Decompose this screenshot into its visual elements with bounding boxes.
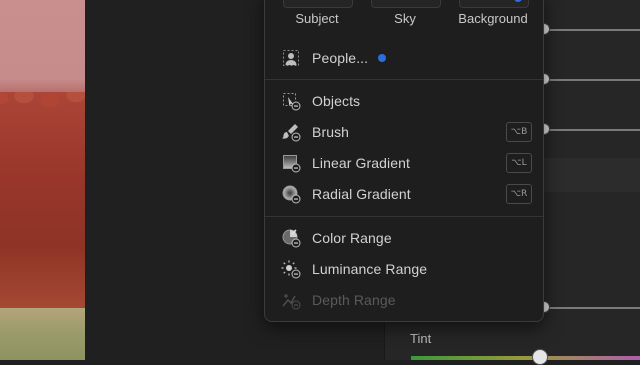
menu-separator	[265, 216, 543, 217]
photo-field	[0, 308, 85, 360]
luminance-range-icon	[281, 259, 301, 279]
menu-item-linear-gradient[interactable]: Linear Gradient	[281, 151, 531, 175]
depth-range-icon	[281, 290, 301, 310]
sky-label: Sky	[394, 11, 416, 26]
background-label: Background	[458, 11, 528, 26]
tint-label: Tint	[410, 331, 432, 346]
linear-gradient-shortcut: ⌥L	[506, 153, 532, 173]
tint-slider-track[interactable]	[411, 356, 640, 360]
menu-item-luminance-range[interactable]: Luminance Range	[281, 257, 531, 281]
sky-button[interactable]	[371, 0, 441, 8]
people-icon	[281, 48, 301, 68]
slider-track[interactable]	[543, 307, 640, 309]
menu-item-label: Brush	[312, 124, 350, 140]
photo-trees	[0, 92, 85, 312]
menu-separator	[265, 79, 543, 80]
brush-icon	[281, 122, 301, 142]
tint-slider-knob[interactable]	[532, 349, 548, 365]
menu-item-depth-range: Depth Range	[281, 288, 531, 312]
menu-item-label: Objects	[312, 93, 361, 109]
background-button[interactable]	[459, 0, 529, 8]
radial-gradient-icon	[281, 184, 301, 204]
subject-button[interactable]	[283, 0, 353, 8]
menu-item-label: People...	[312, 50, 369, 66]
color-range-icon	[281, 228, 301, 248]
menu-item-people[interactable]: People...	[281, 46, 531, 70]
menu-item-label: Radial Gradient	[312, 186, 411, 202]
people-indicator-dot	[378, 54, 387, 62]
menu-item-label: Luminance Range	[312, 261, 428, 277]
menu-item-color-range[interactable]: Color Range	[281, 226, 531, 250]
objects-icon	[281, 91, 301, 111]
menu-item-brush[interactable]: Brush	[281, 120, 531, 144]
menu-item-label: Color Range	[312, 230, 392, 246]
subject-label: Subject	[295, 11, 339, 26]
photo-canvas	[0, 0, 85, 360]
menu-item-radial-gradient[interactable]: Radial Gradient	[281, 182, 531, 206]
radial-gradient-shortcut: ⌥R	[506, 184, 532, 204]
linear-gradient-icon	[281, 153, 301, 173]
background-indicator-dot	[514, 0, 522, 2]
menu-item-objects[interactable]: Objects	[281, 89, 531, 113]
brush-shortcut: ⌥B	[506, 122, 532, 142]
slider-track[interactable]	[543, 29, 640, 31]
menu-item-label: Depth Range	[312, 292, 396, 308]
slider-track[interactable]	[543, 79, 640, 81]
slider-track[interactable]	[543, 129, 640, 131]
mask-type-menu: Subject Sky Background People... Objects	[264, 0, 544, 322]
menu-item-label: Linear Gradient	[312, 155, 411, 171]
